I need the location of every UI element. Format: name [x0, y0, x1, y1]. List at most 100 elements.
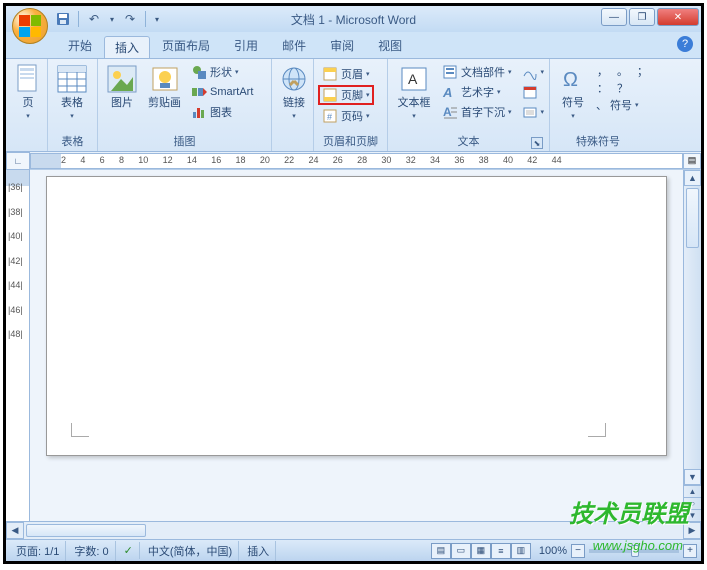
clipart-button[interactable]: 剪贴画	[144, 61, 185, 111]
view-print-layout[interactable]: ▤	[431, 543, 451, 559]
picture-button[interactable]: 图片	[102, 61, 142, 111]
more-symbols-button[interactable]: 、 符号▾	[594, 97, 651, 113]
symbol-period[interactable]: 。	[614, 63, 631, 79]
zoom-out-button[interactable]: −	[571, 544, 585, 558]
scroll-left-button[interactable]: ◀	[6, 522, 24, 539]
table-button[interactable]: 表格▾	[52, 61, 92, 125]
view-outline[interactable]: ≡	[491, 543, 511, 559]
header-button[interactable]: 页眉 ▾	[318, 65, 374, 83]
shapes-icon	[191, 64, 207, 80]
maximize-button[interactable]: ❐	[629, 8, 655, 26]
scroll-right-button[interactable]: ▶	[683, 522, 701, 539]
page-viewport[interactable]	[30, 170, 683, 521]
group-label: 页眉和页脚	[318, 131, 383, 151]
status-proofing[interactable]: ✓	[118, 542, 140, 559]
dropcap-button[interactable]: A 首字下沉 ▾	[438, 103, 516, 121]
group-launcher[interactable]: ⬊	[531, 137, 543, 149]
view-draft[interactable]: ▥	[511, 543, 531, 559]
footer-button[interactable]: 页脚 ▾	[318, 85, 374, 105]
scroll-down-button[interactable]: ▼	[684, 469, 701, 485]
footer-label: 页脚	[341, 87, 363, 103]
save-icon	[56, 12, 70, 26]
horizontal-scrollbar[interactable]: ◀ ▶	[6, 521, 701, 539]
symbol-semicolon[interactable]: ；	[634, 63, 651, 79]
qat-customize-dropdown[interactable]: ▾	[152, 10, 162, 28]
close-button[interactable]: ✕	[657, 8, 699, 26]
status-word-count[interactable]: 字数: 0	[68, 541, 115, 561]
tab-view[interactable]: 视图	[366, 33, 414, 58]
cover-page-button[interactable]: 页▾	[10, 61, 46, 125]
object-button[interactable]: ▾	[518, 103, 549, 121]
status-insert-mode[interactable]: 插入	[241, 541, 276, 561]
symbol-question[interactable]: ？	[614, 80, 631, 96]
textbox-button[interactable]: A 文本框▾	[392, 61, 436, 125]
office-button[interactable]	[12, 8, 48, 44]
scroll-track[interactable]	[24, 522, 683, 539]
scroll-thumb[interactable]	[26, 524, 146, 537]
page-number-button[interactable]: # 页码 ▾	[318, 107, 374, 125]
zoom-percent[interactable]: 100%	[539, 545, 567, 557]
scroll-up-button[interactable]: ▲	[684, 170, 701, 186]
status-page[interactable]: 页面: 1/1	[10, 541, 66, 561]
quickparts-button[interactable]: 文档部件 ▾	[438, 63, 516, 81]
view-fullscreen[interactable]: ▭	[451, 543, 471, 559]
header-label: 页眉	[341, 66, 363, 82]
browse-next-button[interactable]: ▼	[684, 509, 701, 521]
qat-redo[interactable]: ↷	[121, 10, 139, 28]
tab-review[interactable]: 审阅	[318, 33, 366, 58]
equation-button[interactable]: Ω 符号▾	[554, 61, 592, 125]
view-web[interactable]: ▦	[471, 543, 491, 559]
shapes-button[interactable]: 形状 ▾	[187, 63, 257, 81]
qat-separator	[145, 11, 146, 27]
vertical-scrollbar[interactable]: ▲ ▼ ▲ ○ ▼	[683, 170, 701, 521]
clipart-label: 剪贴画	[148, 97, 181, 109]
browse-prev-button[interactable]: ▲	[684, 485, 701, 497]
symbol-comma[interactable]: ，	[594, 63, 611, 79]
tab-mailings[interactable]: 邮件	[270, 33, 318, 58]
group-header-footer: 页眉 ▾ 页脚 ▾ # 页码 ▾ 页眉和页脚	[314, 59, 388, 151]
group-label	[276, 135, 309, 151]
shapes-label: 形状	[210, 64, 232, 80]
ruler-horizontal[interactable]: 2468101214161820222426283032343638404244	[30, 153, 683, 169]
dropdown-arrow-icon: ▾	[541, 68, 545, 76]
signature-line-button[interactable]: ▾	[518, 63, 549, 81]
status-language[interactable]: 中文(简体，中国)	[142, 541, 239, 561]
dropdown-arrow-icon: ▾	[412, 113, 416, 120]
zoom-slider-thumb[interactable]	[631, 545, 639, 557]
zoom-in-button[interactable]: +	[683, 544, 697, 558]
tab-selector[interactable]: ∟	[6, 152, 30, 170]
tab-insert[interactable]: 插入	[104, 36, 150, 58]
qat-undo[interactable]: ↶	[85, 10, 103, 28]
omega-icon: Ω	[557, 63, 589, 95]
scroll-thumb[interactable]	[686, 188, 699, 248]
page-number-label: 页码	[341, 108, 363, 124]
ruler-toggle[interactable]: ▤	[683, 153, 701, 169]
tab-home[interactable]: 开始	[56, 33, 104, 58]
tab-references[interactable]: 引用	[222, 33, 270, 58]
browse-object-button[interactable]: ○	[684, 497, 701, 509]
qat-save[interactable]	[54, 10, 72, 28]
dropdown-arrow-icon: ▾	[26, 113, 30, 120]
symbol-colon[interactable]: ：	[594, 80, 611, 96]
ruler-vertical[interactable]: |36||38||40||42||44||46||48|	[6, 170, 30, 521]
zoom-slider[interactable]	[589, 549, 679, 553]
date-time-button[interactable]	[518, 83, 549, 101]
tab-page-layout[interactable]: 页面布局	[150, 33, 222, 58]
smartart-button[interactable]: SmartArt	[187, 83, 257, 101]
minimize-button[interactable]: —	[601, 8, 627, 26]
chart-button[interactable]: 图表	[187, 103, 257, 121]
dropcap-icon: A	[442, 104, 458, 120]
dropdown-arrow-icon: ▾	[70, 113, 74, 120]
wordart-button[interactable]: A 艺术字 ▾	[438, 83, 516, 101]
group-label	[10, 135, 43, 151]
document-page[interactable]	[46, 176, 667, 456]
svg-text:A: A	[442, 85, 452, 100]
textbox-icon: A	[398, 63, 430, 95]
qat-undo-dropdown[interactable]: ▾	[107, 10, 117, 28]
dropdown-arrow-icon: ▾	[235, 68, 239, 76]
links-button[interactable]: 链接▾	[276, 61, 312, 125]
symbol-row: ： ？	[594, 80, 651, 96]
help-button[interactable]: ?	[677, 36, 693, 52]
picture-icon	[106, 63, 138, 95]
app-window: ↶ ▾ ↷ ▾ 文档 1 - Microsoft Word — ❐ ✕ 开始 插…	[3, 3, 704, 564]
